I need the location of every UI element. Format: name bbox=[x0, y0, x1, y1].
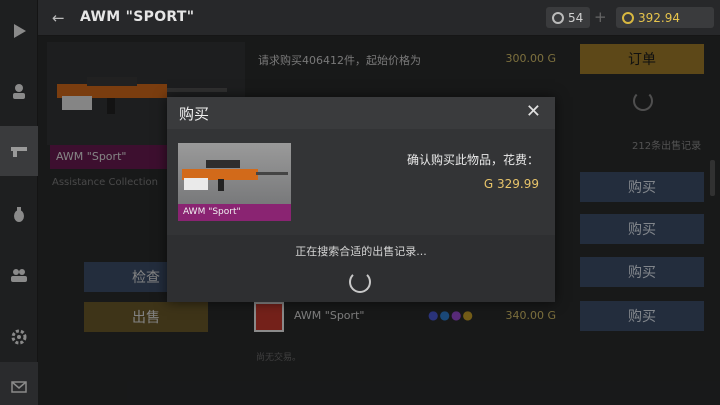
dialog-body: AWM "Sport" 确认购买此物品，花费： G 329.99 bbox=[167, 129, 555, 235]
confirm-text: 确认购买此物品，花费： bbox=[406, 153, 539, 167]
purchase-dialog: 购买 ✕ AWM "Sport" 确认购买此物品，花费： G 329.99 正在… bbox=[167, 97, 555, 302]
profile-icon bbox=[13, 84, 25, 99]
weapon-icon bbox=[11, 147, 27, 157]
page-title: AWM "SPORT" bbox=[80, 9, 195, 25]
nav-mail[interactable] bbox=[0, 362, 38, 405]
gold-coin-icon bbox=[622, 11, 634, 24]
top-bar: ← AWM "SPORT" 54 + 392.94 bbox=[38, 0, 720, 36]
settings-icon bbox=[11, 329, 27, 345]
add-silver-button[interactable]: + bbox=[594, 8, 607, 26]
mail-icon bbox=[11, 381, 27, 393]
silver-balance: 54 bbox=[546, 7, 590, 28]
rifle-thumbnail-image bbox=[182, 160, 288, 191]
dialog-header: 购买 ✕ bbox=[167, 97, 555, 129]
purchase-price: G 329.99 bbox=[483, 177, 539, 191]
side-nav bbox=[0, 0, 38, 405]
back-arrow-icon[interactable]: ← bbox=[52, 9, 65, 27]
searching-status: 正在搜索合适的出售记录... bbox=[295, 245, 427, 258]
play-icon bbox=[14, 24, 26, 38]
nav-weapons[interactable] bbox=[0, 126, 38, 176]
nav-cases[interactable] bbox=[0, 190, 38, 240]
loading-spinner-icon bbox=[349, 271, 371, 293]
nav-play[interactable] bbox=[0, 6, 38, 56]
gold-balance: 392.94 bbox=[616, 7, 714, 28]
thumbnail-item-name: AWM "Sport" bbox=[178, 204, 291, 221]
silver-amount: 54 bbox=[568, 10, 584, 25]
nav-settings[interactable] bbox=[0, 312, 38, 362]
friends-icon bbox=[11, 269, 27, 282]
silver-coin-icon bbox=[552, 11, 564, 24]
item-thumbnail: AWM "Sport" bbox=[178, 143, 291, 221]
gold-amount: 392.94 bbox=[638, 10, 680, 25]
grenade-icon bbox=[14, 207, 24, 222]
close-icon[interactable]: ✕ bbox=[526, 101, 541, 122]
app-root: ← AWM "SPORT" 54 + 392.94 AWM "Sport" As… bbox=[0, 0, 720, 405]
nav-friends[interactable] bbox=[0, 250, 38, 300]
nav-profile[interactable] bbox=[0, 66, 38, 116]
dialog-title: 购买 bbox=[179, 105, 210, 123]
